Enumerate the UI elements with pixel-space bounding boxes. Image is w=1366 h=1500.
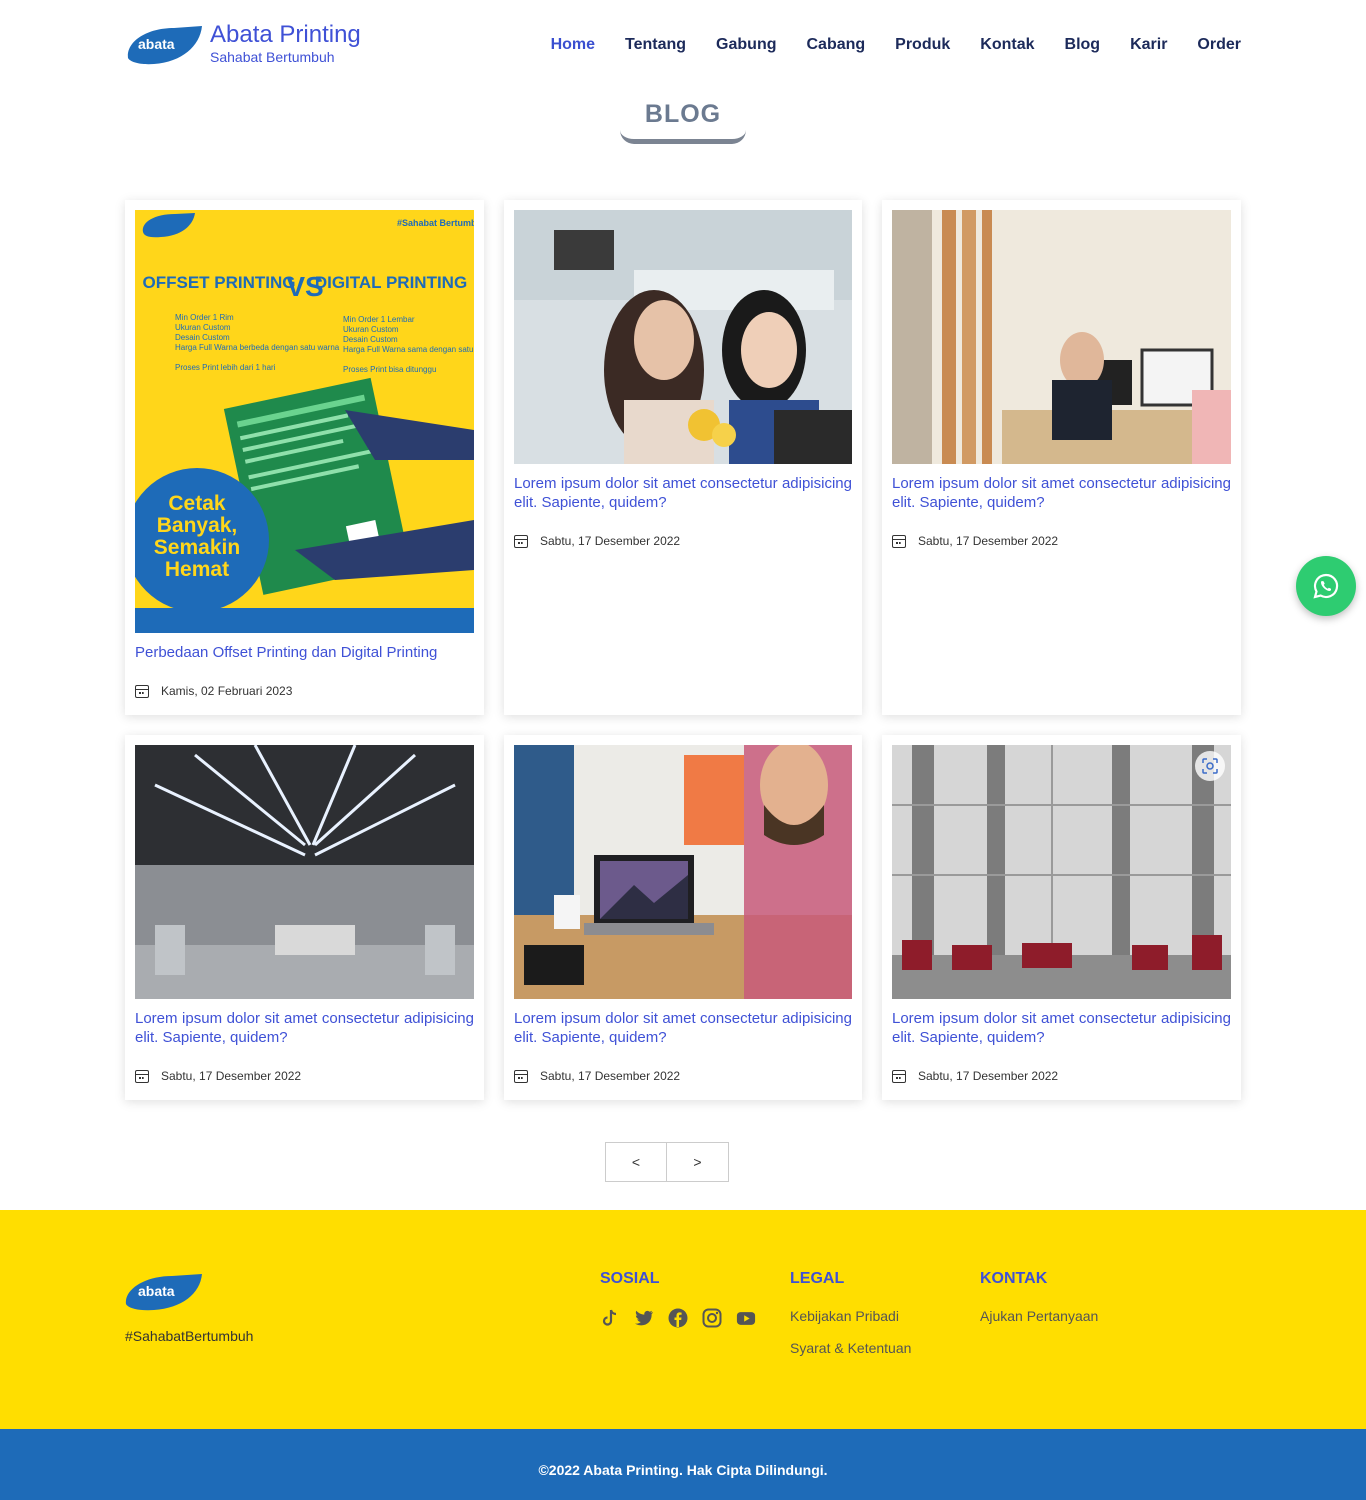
lens-icon[interactable] [1195,751,1225,781]
svg-text:Harga Full Warna berbeda denga: Harga Full Warna berbeda dengan satu war… [175,343,340,352]
ask-question-link[interactable]: Ajukan Pertanyaan [980,1308,1098,1324]
svg-text:Semakin: Semakin [154,536,240,559]
blog-card[interactable]: Lorem ipsum dolor sit amet consectetur a… [504,735,862,1100]
svg-text:Min Order 1 Rim: Min Order 1 Rim [175,313,234,322]
svg-text:abata: abata [138,36,175,52]
youtube-icon[interactable] [736,1308,756,1328]
whatsapp-button[interactable] [1296,556,1356,616]
nav-order[interactable]: Order [1197,34,1241,56]
site-header: abata Abata Printing Sahabat Bertumbuh H… [0,0,1366,90]
pagination: < > [605,1142,729,1182]
svg-text:VS: VS [286,271,323,302]
nav-kontak[interactable]: Kontak [980,34,1034,56]
calendar-icon [892,1069,906,1083]
footer-legal-title: LEGAL [790,1270,845,1287]
logo-icon: abata [124,20,204,66]
calendar-icon [135,684,149,698]
blog-card-title[interactable]: Perbedaan Offset Printing dan Digital Pr… [135,643,474,662]
nav-produk[interactable]: Produk [895,34,950,56]
terms-link[interactable]: Syarat & Ketentuan [790,1340,911,1356]
svg-text:Hemat: Hemat [165,558,229,581]
blog-thumbnail[interactable] [135,745,474,999]
prev-page-button[interactable]: < [605,1142,667,1182]
svg-text:Banyak,: Banyak, [157,514,238,537]
svg-text:Desain Custom: Desain Custom [343,335,398,344]
nav-gabung[interactable]: Gabung [716,34,776,56]
brand-title: Abata Printing [210,21,361,48]
section-title: BLOG [0,100,1366,129]
logo-link[interactable]: abata Abata Printing Sahabat Bertumbuh [124,20,361,66]
blog-card-date: Sabtu, 17 Desember 2022 [892,1069,1058,1083]
facebook-icon[interactable] [668,1308,688,1328]
svg-text:abata: abata [138,1283,175,1299]
blog-card-date: Sabtu, 17 Desember 2022 [892,534,1058,548]
svg-text:Harga Full Warna sama dengan s: Harga Full Warna sama dengan satu warna [343,345,474,354]
calendar-icon [514,1069,528,1083]
svg-text:Desain Custom: Desain Custom [175,333,230,342]
nav-tentang[interactable]: Tentang [625,34,686,56]
blog-card-date: Sabtu, 17 Desember 2022 [514,1069,680,1083]
instagram-icon[interactable] [702,1308,722,1328]
svg-text:Min Order 1 Lembar: Min Order 1 Lembar [343,315,415,324]
svg-text:DIGITAL PRINTING: DIGITAL PRINTING [315,273,467,292]
copyright-bar: ©2022 Abata Printing. Hak Cipta Dilindun… [0,1429,1366,1500]
blog-card[interactable]: Lorem ipsum dolor sit amet consectetur a… [504,200,862,715]
blog-card[interactable]: Lorem ipsum dolor sit amet consectetur a… [882,735,1241,1100]
brand-subtitle: Sahabat Bertumbuh [210,49,335,65]
blog-thumbnail[interactable] [892,210,1231,464]
privacy-policy-link[interactable]: Kebijakan Pribadi [790,1308,911,1324]
svg-text:#Sahabat Bertumbuh: #Sahabat Bertumbuh [397,218,474,228]
svg-text:Proses Print lebih dari 1 hari: Proses Print lebih dari 1 hari [175,363,276,372]
nav-cabang[interactable]: Cabang [806,34,865,56]
blog-card-title[interactable]: Lorem ipsum dolor sit amet consectetur a… [514,474,852,512]
whatsapp-icon [1313,573,1339,599]
calendar-icon [135,1069,149,1083]
blog-thumbnail[interactable]: #Sahabat Bertumbuh OFFSET PRINTING DIGIT… [135,210,474,633]
footer-legal: LEGAL Kebijakan Pribadi Syarat & Ketentu… [790,1270,911,1372]
footer-social-title: SOSIAL [600,1270,660,1287]
blog-card[interactable]: Lorem ipsum dolor sit amet consectetur a… [125,735,484,1100]
blog-card-date: Kamis, 02 Februari 2023 [135,684,292,698]
blog-thumbnail[interactable] [514,210,852,464]
blog-card-date: Sabtu, 17 Desember 2022 [135,1069,301,1083]
blog-thumbnail[interactable] [514,745,852,999]
svg-text:Cetak: Cetak [168,492,226,515]
footer-contact: KONTAK Ajukan Pertanyaan [980,1270,1098,1340]
main-nav: Home Tentang Gabung Cabang Produk Kontak… [521,34,1241,56]
calendar-icon [514,534,528,548]
svg-text:Proses Print bisa ditunggu: Proses Print bisa ditunggu [343,365,436,374]
nav-karir[interactable]: Karir [1130,34,1167,56]
nav-blog[interactable]: Blog [1065,34,1101,56]
calendar-icon [892,534,906,548]
footer-contact-title: KONTAK [980,1270,1048,1287]
blog-card-title[interactable]: Lorem ipsum dolor sit amet consectetur a… [892,474,1231,512]
twitter-icon[interactable] [634,1308,654,1328]
blog-card-date: Sabtu, 17 Desember 2022 [514,534,680,548]
next-page-button[interactable]: > [667,1142,729,1182]
title-underline [620,130,746,144]
blog-card-title[interactable]: Lorem ipsum dolor sit amet consectetur a… [135,1009,474,1047]
blog-card[interactable]: #Sahabat Bertumbuh OFFSET PRINTING DIGIT… [125,200,484,715]
site-footer: abata #SahabatBertumbuh SOSIAL LEGAL Keb… [0,1210,1366,1429]
blog-card-title[interactable]: Lorem ipsum dolor sit amet consectetur a… [892,1009,1231,1047]
tiktok-icon[interactable] [600,1308,620,1328]
svg-text:OFFSET PRINTING: OFFSET PRINTING [143,273,296,292]
footer-logo-icon: abata [124,1270,204,1317]
page-title: BLOG [644,100,722,128]
blog-thumbnail[interactable] [892,745,1231,999]
blog-card[interactable]: Lorem ipsum dolor sit amet consectetur a… [882,200,1241,715]
svg-text:Ukuran Custom: Ukuran Custom [175,323,231,332]
blog-card-title[interactable]: Lorem ipsum dolor sit amet consectetur a… [514,1009,852,1047]
footer-social: SOSIAL [600,1270,756,1328]
nav-home[interactable]: Home [551,34,595,56]
svg-text:Ukuran Custom: Ukuran Custom [343,325,399,334]
footer-hashtag: #SahabatBertumbuh [125,1328,254,1344]
